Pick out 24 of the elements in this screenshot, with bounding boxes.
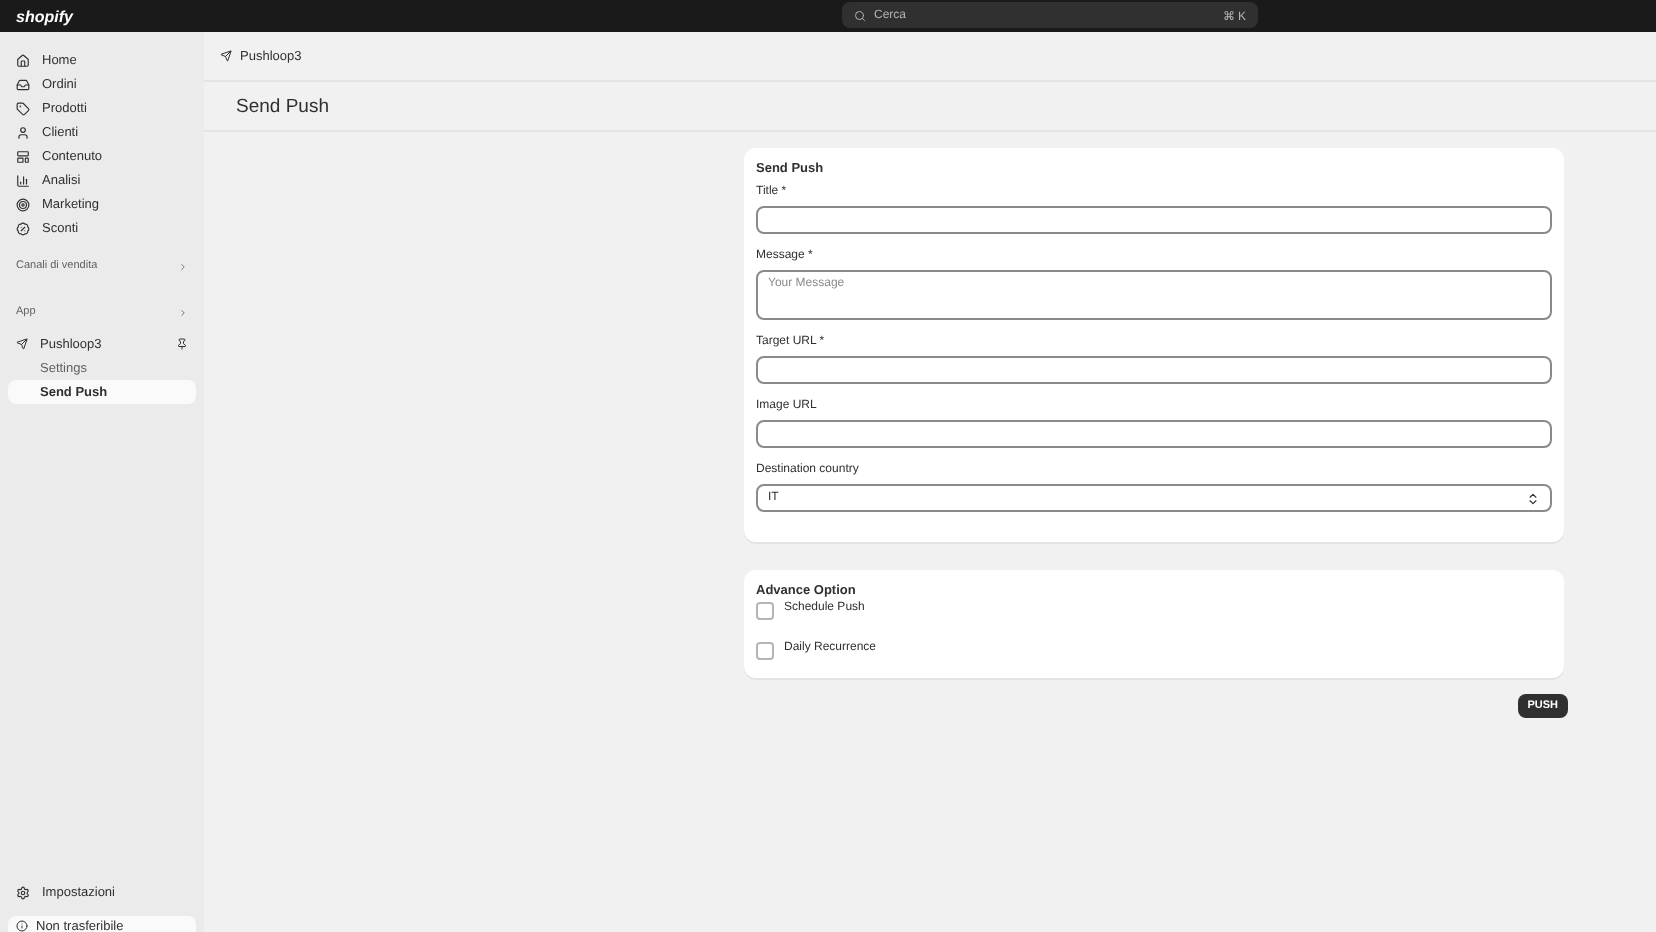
pin-icon[interactable] bbox=[176, 338, 188, 350]
nav-icon bbox=[16, 77, 30, 91]
nav-icon bbox=[16, 101, 30, 115]
search-icon bbox=[854, 9, 866, 21]
nav-icon bbox=[16, 173, 30, 187]
checkbox[interactable] bbox=[756, 642, 774, 660]
nav-icon bbox=[16, 53, 30, 67]
nav-icon bbox=[16, 125, 30, 139]
nav-icon bbox=[16, 149, 30, 163]
chevrons-icon bbox=[1526, 491, 1540, 505]
chevron-right-icon bbox=[178, 307, 188, 317]
text-field[interactable] bbox=[756, 206, 1552, 234]
chevron-right-icon bbox=[178, 261, 188, 271]
send-icon bbox=[16, 338, 28, 350]
text-field[interactable] bbox=[756, 420, 1552, 448]
nav-icon bbox=[16, 221, 30, 235]
nav-icon bbox=[16, 197, 30, 211]
shopify-logo[interactable]: shopify bbox=[16, 7, 73, 25]
info-icon bbox=[16, 920, 28, 932]
send-icon bbox=[220, 50, 232, 62]
checkbox[interactable] bbox=[756, 602, 774, 620]
page-title: Send Push bbox=[236, 95, 329, 117]
text-field[interactable] bbox=[756, 356, 1552, 384]
settings-icon bbox=[16, 885, 30, 899]
